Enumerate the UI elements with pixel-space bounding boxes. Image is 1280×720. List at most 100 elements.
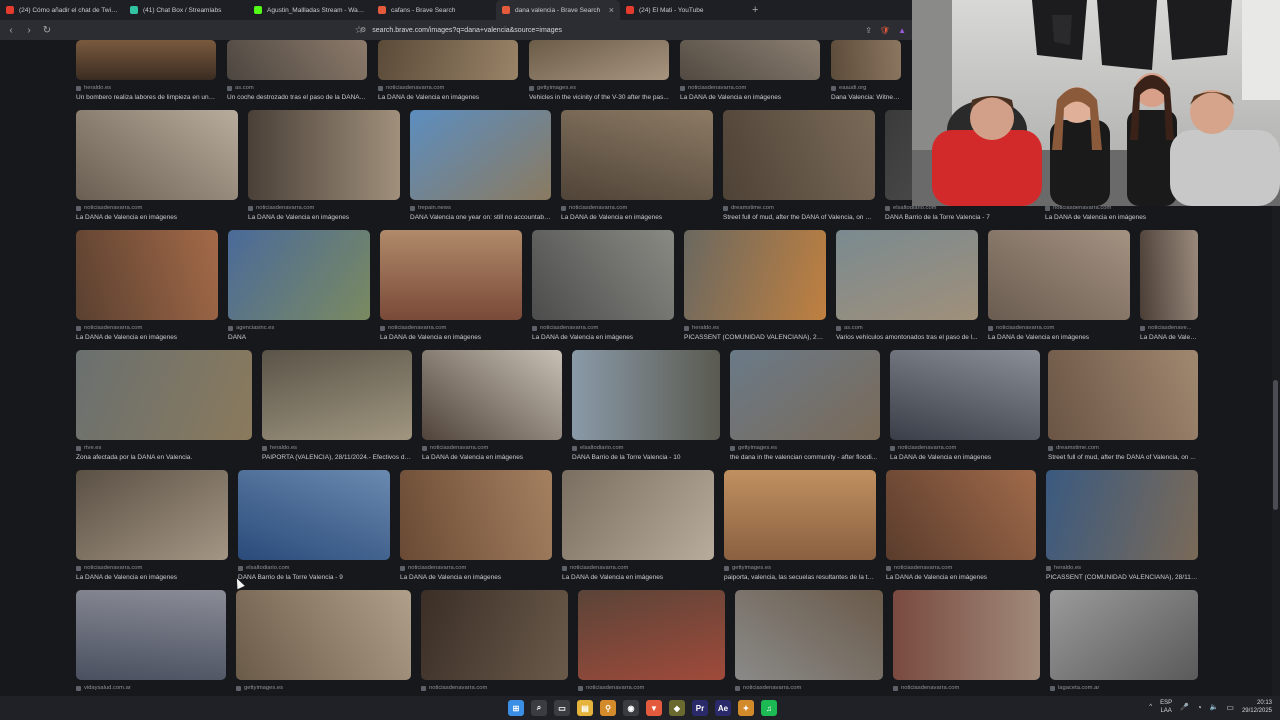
image-thumbnail[interactable] [227,40,367,80]
image-caption[interactable]: La DANA de Valencia en imágenes [562,574,714,581]
image-caption[interactable]: Street full of mud, after the DANA of Va… [723,214,875,221]
image-source[interactable]: noticiasdenavarra.com [680,85,820,91]
image-thumbnail[interactable] [1050,590,1198,680]
image-caption[interactable]: DANA Barrio de la Torre Valencia - 9 [238,574,390,581]
image-source[interactable]: lagaceta.com.ar [1050,685,1198,691]
battery-icon[interactable]: ▭ [1226,703,1234,712]
image-thumbnail[interactable] [228,230,370,320]
image-caption[interactable]: DANA Valencia one year on: still no acco… [410,214,551,221]
back-icon[interactable]: ‹ [6,25,16,36]
image-thumbnail[interactable] [562,470,714,560]
image-source[interactable]: noticiasdenavarra.com [562,565,714,571]
image-source[interactable]: gettyimages.es [236,685,411,691]
image-thumbnail[interactable] [238,470,390,560]
image-thumbnail[interactable] [831,40,901,80]
search-icon[interactable]: ⌕ [531,700,547,716]
browser-tab[interactable]: (24) Cómo añadir el chat de Twitch a [0,0,124,20]
task-view-icon[interactable]: ▭ [554,700,570,716]
image-caption[interactable]: DANA Barrio de la Torre Valencia - 7 [885,214,1035,221]
image-source[interactable]: heraldo.es [76,85,216,91]
obs-icon[interactable]: ◉ [623,700,639,716]
spotify-icon[interactable]: ♫ [761,700,777,716]
image-source[interactable]: trepain.news [410,205,551,211]
image-thumbnail[interactable] [561,110,713,200]
image-thumbnail[interactable] [578,590,725,680]
image-source[interactable]: noticiasdenave... [1140,325,1198,331]
image-caption[interactable]: La DANA de Valencia en imágenes [76,574,228,581]
language-indicator[interactable]: ESP LAA [1160,699,1172,715]
image-thumbnail[interactable] [723,110,875,200]
image-source[interactable]: gettyimages.es [529,85,669,91]
microphone-icon[interactable]: 🎤 [1180,703,1189,711]
image-thumbnail[interactable] [421,590,568,680]
image-thumbnail[interactable] [730,350,880,440]
image-thumbnail[interactable] [893,590,1040,680]
image-caption[interactable]: La DANA de Valencia en imágenes [248,214,400,221]
image-source[interactable]: heraldo.es [262,445,412,451]
image-caption[interactable]: paiporta, valencia, las secuelas resulta… [724,574,876,581]
brave-shields-icon[interactable]: 🛡 [880,26,890,35]
image-caption[interactable]: Un coche destrozado tras el paso de la D… [227,94,367,101]
image-caption[interactable]: Zona afectada por la DANA en Valencia. [76,454,252,461]
image-caption[interactable]: PICASSENT (COMUNIDAD VALENCIANA), 28/11/… [684,334,826,341]
image-caption[interactable]: La DANA de Valencia en imágenes [680,94,820,101]
image-source[interactable]: noticiasdenavarra.com [380,325,522,331]
image-caption[interactable]: La DANA de Valencia en imágenes [76,334,218,341]
image-thumbnail[interactable] [532,230,674,320]
image-source[interactable]: as.com [836,325,978,331]
image-source[interactable]: gettyimages.es [724,565,876,571]
image-source[interactable]: dreamstime.com [723,205,875,211]
app-shield-icon[interactable]: ◆ [669,700,685,716]
image-source[interactable]: noticiasdenavarra.com [532,325,674,331]
browser-tab[interactable]: (24) El Mati - YouTube [620,0,744,20]
image-thumbnail[interactable] [76,590,226,680]
image-caption[interactable]: La DANA de Valencia en imágenes [890,454,1040,461]
image-thumbnail[interactable] [380,230,522,320]
image-thumbnail[interactable] [248,110,400,200]
image-source[interactable]: noticiasdenavarra.com [422,445,562,451]
image-caption[interactable]: La DANA de Valencia en imágenes [1045,214,1195,221]
image-caption[interactable]: La DANA de Valencia en imágenes [380,334,522,341]
image-source[interactable]: noticiasdenavarra.com [893,685,1040,691]
bookmark-icon[interactable]: ☆ [354,25,364,36]
image-thumbnail[interactable] [76,40,216,80]
brave-rewards-icon[interactable]: ▲ [898,26,906,35]
new-tab-button[interactable]: + [744,4,766,16]
image-caption[interactable]: La DANA de Valencia en imágenes [886,574,1036,581]
image-caption[interactable]: La DANA de Valencia en imágenes [988,334,1130,341]
image-thumbnail[interactable] [76,350,252,440]
image-thumbnail[interactable] [76,230,218,320]
image-caption[interactable]: Dana Valencia: Witnes... [831,94,901,101]
share-icon[interactable]: ⇪ [865,26,872,35]
image-thumbnail[interactable] [1048,350,1198,440]
image-source[interactable]: dreamstime.com [1048,445,1198,451]
image-caption[interactable]: La DANA de Valencia en imágenes [400,574,552,581]
image-thumbnail[interactable] [529,40,669,80]
premiere-icon[interactable]: Pr [692,700,708,716]
image-thumbnail[interactable] [378,40,518,80]
image-source[interactable]: noticiasdenavarra.com [76,565,228,571]
image-source[interactable]: elsaltodiario.com [572,445,720,451]
image-source[interactable]: rtve.es [76,445,252,451]
image-thumbnail[interactable] [400,470,552,560]
image-thumbnail[interactable] [886,470,1036,560]
image-caption[interactable]: PAIPORTA (VALENCIA), 28/11/2024.- Efecti… [262,454,412,461]
reload-icon[interactable]: ↻ [42,25,52,36]
image-source[interactable]: noticiasdenavarra.com [890,445,1040,451]
forward-icon[interactable]: › [24,25,34,36]
image-source[interactable]: noticiasdenavarra.com [561,205,713,211]
image-source[interactable]: as.com [227,85,367,91]
image-thumbnail[interactable] [76,110,238,200]
image-source[interactable]: noticiasdenavarra.com [886,565,1036,571]
image-source[interactable]: heraldo.es [1046,565,1198,571]
app-icon[interactable]: ⚲ [600,700,616,716]
volume-icon[interactable]: 🔈 [1210,703,1219,711]
image-thumbnail[interactable] [572,350,720,440]
image-caption[interactable]: Street full of mud, after the DANA of Va… [1048,454,1198,461]
app-tool-icon[interactable]: ✦ [738,700,754,716]
image-thumbnail[interactable] [735,590,883,680]
close-tab-icon[interactable]: × [609,5,614,15]
image-thumbnail[interactable] [236,590,411,680]
image-caption[interactable]: La DANA de Valencia en imágenes [532,334,674,341]
image-caption[interactable]: La DANA de Valencia en imágenes [561,214,713,221]
